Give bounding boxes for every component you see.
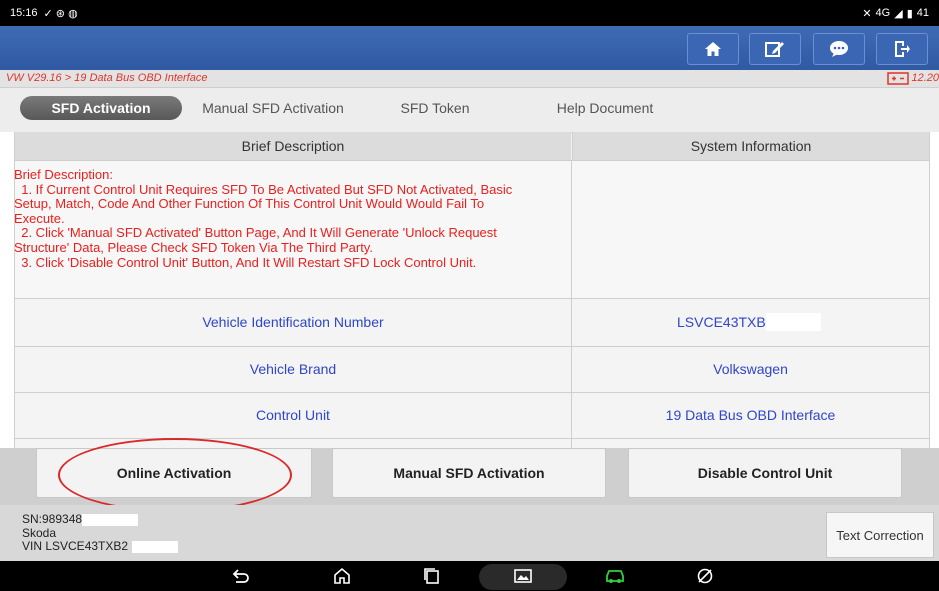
desc-line: 1. If Current Control Unit Requires SFD … — [14, 181, 513, 197]
home-button[interactable] — [687, 33, 739, 65]
chat-bubble-icon — [830, 41, 848, 57]
serial-number: SN:989348 — [22, 512, 83, 526]
tab-manual-sfd-activation[interactable]: Manual SFD Activation — [188, 96, 358, 120]
text-correction-button[interactable]: Text Correction — [826, 512, 934, 558]
gallery-button[interactable] — [511, 566, 535, 586]
disable-control-unit-button[interactable]: Disable Control Unit — [628, 448, 902, 498]
breadcrumb: VW V29.16 > 19 Data Bus OBD Interface — [6, 72, 208, 84]
vci-button[interactable] — [603, 566, 627, 586]
status-time: 15:16 — [10, 7, 38, 19]
vehicle-vin: VIN LSVCE43TXB2 — [22, 539, 129, 553]
battery-level: 41 — [916, 7, 929, 19]
compass-icon — [697, 568, 713, 584]
feedback-button[interactable] — [813, 33, 865, 65]
manual-sfd-activation-button[interactable]: Manual SFD Activation — [332, 448, 606, 498]
battery-icon: ▮ — [906, 7, 913, 20]
value-vin: LSVCE43TXB — [572, 298, 929, 346]
edit-note-icon — [765, 42, 784, 57]
redaction-box — [132, 540, 179, 553]
value-vehicle-brand: Volkswagen — [713, 361, 788, 377]
network-label: 4G — [875, 7, 891, 19]
version-indicator: 12.20 — [887, 71, 939, 85]
browser-button[interactable] — [693, 566, 717, 586]
redaction-box — [765, 313, 821, 331]
desc-line: Execute. — [14, 210, 65, 226]
label-control-unit: Control Unit — [256, 407, 330, 423]
desc-line: Structure' Data, Please Check SFD Token … — [14, 239, 373, 255]
home-icon — [705, 42, 721, 56]
tab-sfd-activation[interactable]: SFD Activation — [20, 96, 182, 120]
online-activation-button[interactable]: Online Activation — [36, 448, 312, 498]
home-outline-icon — [334, 567, 350, 584]
back-button[interactable] — [229, 566, 253, 586]
notification-icon: ✓ ⊛ ◍ — [43, 7, 78, 20]
label-vehicle-brand: Vehicle Brand — [249, 361, 337, 377]
image-icon — [514, 569, 532, 583]
mute-icon: ✕ — [862, 7, 872, 20]
desc-line: 2. Click 'Manual SFD Activated' Button P… — [14, 225, 497, 241]
battery-plus-minus-icon — [887, 72, 910, 85]
brief-description-text: Brief Description: 1. If Current Control… — [14, 167, 569, 270]
exit-door-icon — [895, 41, 910, 57]
device-info: SN:989348 Skoda VIN LSVCE43TXB2 — [22, 512, 179, 554]
recents-icon — [424, 568, 439, 584]
signal-icon: ◢ — [894, 7, 903, 20]
status-bar: 15:16 ✓ ⊛ ◍ ✕ 4G ◢ ▮ 41 — [0, 0, 939, 26]
vci-car-icon — [606, 570, 624, 583]
desc-line: Brief Description: — [14, 167, 113, 182]
value-control-unit: 19 Data Bus OBD Interface — [665, 407, 836, 423]
tab-sfd-token[interactable]: SFD Token — [380, 96, 490, 120]
redaction-box — [82, 513, 139, 526]
desc-line: Setup, Match, Code And Other Function Of… — [14, 196, 485, 212]
table-row — [15, 438, 929, 448]
label-vin: Vehicle Identification Number — [202, 314, 384, 330]
header-brief-description: Brief Description — [15, 132, 571, 160]
vin-text: LSVCE43TXB — [677, 314, 766, 330]
version-label: 12.20 — [911, 72, 939, 84]
recents-button[interactable] — [420, 566, 444, 586]
system-nav-bar — [0, 561, 939, 591]
desc-line: 3. Click 'Disable Control Unit' Button, … — [14, 254, 477, 270]
home-nav-button[interactable] — [330, 566, 354, 586]
header-system-information: System Information — [572, 132, 929, 160]
back-arrow-icon — [232, 569, 249, 583]
tab-help-document[interactable]: Help Document — [540, 96, 670, 120]
vehicle-make: Skoda — [22, 525, 57, 540]
exit-button[interactable] — [876, 33, 928, 65]
report-button[interactable] — [749, 33, 801, 65]
